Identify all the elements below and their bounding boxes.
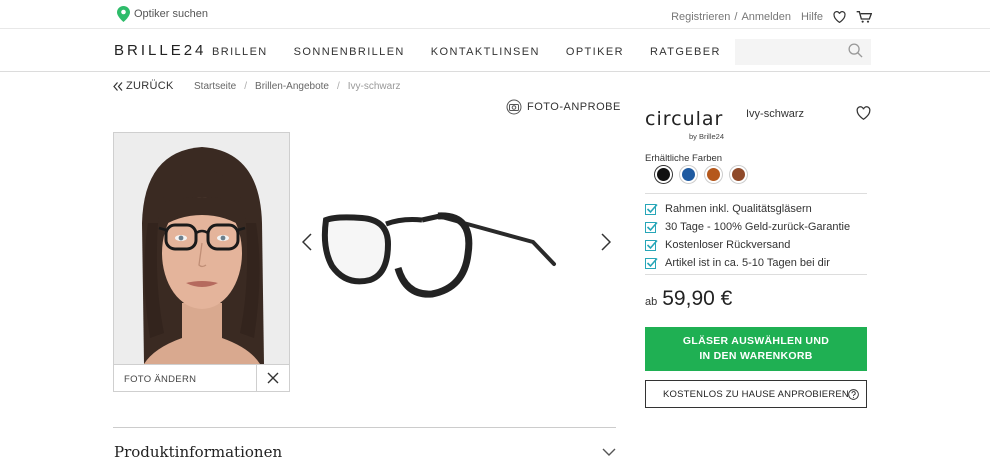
benefit-text: Rahmen inkl. Qualitätsgläsern: [665, 203, 812, 215]
double-chevron-left-icon: [113, 81, 123, 91]
top-bar: Optiker suchen Registrieren / Anmelden H…: [0, 0, 990, 29]
chevron-left-icon[interactable]: [302, 233, 312, 251]
main-header: BRILLE24 BRILLEN SONNENBRILLEN KONTAKTLI…: [0, 30, 990, 72]
product-glasses-image: [321, 212, 556, 298]
heart-icon: [833, 11, 846, 23]
select-lenses-add-to-cart-button[interactable]: GLÄSER AUSWÄHLEN UND IN DEN WARENKORB: [645, 327, 867, 371]
divider: [113, 427, 616, 428]
account-separator: /: [734, 11, 738, 23]
nav-item-brillen[interactable]: BRILLEN: [212, 46, 268, 58]
search-icon[interactable]: [848, 43, 863, 58]
benefit-text: 30 Tage - 100% Geld-zurück-Garantie: [665, 221, 851, 233]
benefit-item: Kostenloser Rückversand: [645, 236, 850, 254]
color-swatch-tortoise[interactable]: [705, 166, 722, 183]
checkbox-check-icon: [645, 239, 658, 251]
account-links: Registrieren / Anmelden Hilfe: [671, 10, 872, 24]
nav-item-sonnenbrillen[interactable]: SONNENBRILLEN: [294, 46, 405, 58]
product-info-toggle[interactable]: Produktinformationen: [114, 443, 282, 461]
brand-subtitle: by Brille24: [689, 132, 725, 141]
chevron-right-icon[interactable]: [601, 233, 611, 251]
back-label: ZURÜCK: [126, 80, 174, 92]
store-finder-label: Optiker suchen: [134, 8, 208, 20]
login-link[interactable]: Anmelden: [741, 11, 791, 23]
checkbox-check-icon: [645, 257, 658, 269]
photo-tryon-button[interactable]: FOTO-ANPROBE: [506, 99, 621, 115]
photo-footer: FOTO ÄNDERN: [114, 364, 289, 391]
color-swatches: [655, 166, 747, 183]
breadcrumb-home[interactable]: Startseite: [194, 81, 236, 92]
benefit-item: Artikel ist in ca. 5-10 Tagen bei dir: [645, 254, 850, 272]
nav-item-kontaktlinsen[interactable]: KONTAKTLINSEN: [431, 46, 540, 58]
close-icon: [267, 372, 279, 384]
checkbox-check-icon: [645, 203, 658, 215]
virtual-tryon-card: FOTO ÄNDERN: [113, 132, 290, 392]
question-circle-icon[interactable]: [848, 389, 859, 400]
cta-line-1: GLÄSER AUSWÄHLEN UND: [682, 335, 830, 347]
camera-icon: [506, 99, 522, 115]
model-portrait-image: [114, 133, 289, 364]
divider: [645, 274, 867, 275]
colors-label: Erhältliche Farben: [645, 153, 723, 164]
tryon-model-photo: [114, 133, 289, 364]
breadcrumb-separator: /: [244, 81, 248, 92]
home-tryon-button[interactable]: KOSTENLOS ZU HAUSE ANPROBIEREN: [645, 380, 867, 408]
checkbox-check-icon: [645, 221, 658, 233]
back-link[interactable]: ZURÜCK: [113, 80, 174, 92]
breadcrumb-current: Ivy-schwarz: [347, 81, 401, 92]
change-photo-button[interactable]: FOTO ÄNDERN: [114, 365, 256, 391]
chevron-down-icon[interactable]: [602, 448, 616, 457]
home-tryon-label: KOSTENLOS ZU HAUSE ANPROBIEREN: [662, 388, 849, 400]
price-block: ab 59,90 €: [645, 287, 732, 311]
benefit-text: Artikel ist in ca. 5-10 Tagen bei dir: [665, 257, 830, 269]
map-pin-icon: [117, 6, 130, 22]
price-value: 59,90 €: [662, 287, 733, 310]
brand-logo-circular: circular by Brille24: [645, 108, 724, 141]
cta-line-2: IN DEN WARENKORB: [699, 350, 813, 362]
benefit-list: Rahmen inkl. Qualitätsgläsern 30 Tage - …: [645, 200, 850, 272]
price-prefix: ab: [645, 296, 658, 308]
breadcrumb-separator: /: [336, 81, 340, 92]
close-photo-button[interactable]: [256, 365, 289, 391]
heart-icon[interactable]: [856, 106, 871, 120]
photo-tryon-label: FOTO-ANPROBE: [527, 101, 621, 113]
store-finder-link[interactable]: Optiker suchen: [117, 6, 208, 22]
benefit-item: 30 Tage - 100% Geld-zurück-Garantie: [645, 218, 850, 236]
help-link[interactable]: Hilfe: [801, 11, 823, 23]
wishlist-button[interactable]: [833, 11, 846, 23]
breadcrumb: Startseite / Brillen-Angebote / Ivy-schw…: [194, 81, 401, 92]
brand-logo[interactable]: BRILLE24: [114, 42, 206, 59]
nav-item-optiker[interactable]: OPTIKER: [566, 46, 624, 58]
cart-button[interactable]: [856, 10, 872, 24]
product-name: Ivy-schwarz: [746, 108, 805, 120]
divider: [645, 193, 867, 194]
color-swatch-blue[interactable]: [680, 166, 697, 183]
benefit-text: Kostenloser Rückversand: [665, 239, 791, 251]
color-swatch-black[interactable]: [655, 166, 672, 183]
cart-icon: [856, 11, 872, 23]
nav-item-ratgeber[interactable]: RATGEBER: [650, 46, 721, 58]
color-swatch-brown[interactable]: [730, 166, 747, 183]
main-nav: BRILLEN SONNENBRILLEN KONTAKTLINSEN OPTI…: [212, 46, 747, 58]
breadcrumb-offers[interactable]: Brillen-Angebote: [255, 81, 329, 92]
brand-name: circular: [645, 108, 724, 130]
benefit-item: Rahmen inkl. Qualitätsgläsern: [645, 200, 850, 218]
register-link[interactable]: Registrieren: [671, 11, 730, 23]
